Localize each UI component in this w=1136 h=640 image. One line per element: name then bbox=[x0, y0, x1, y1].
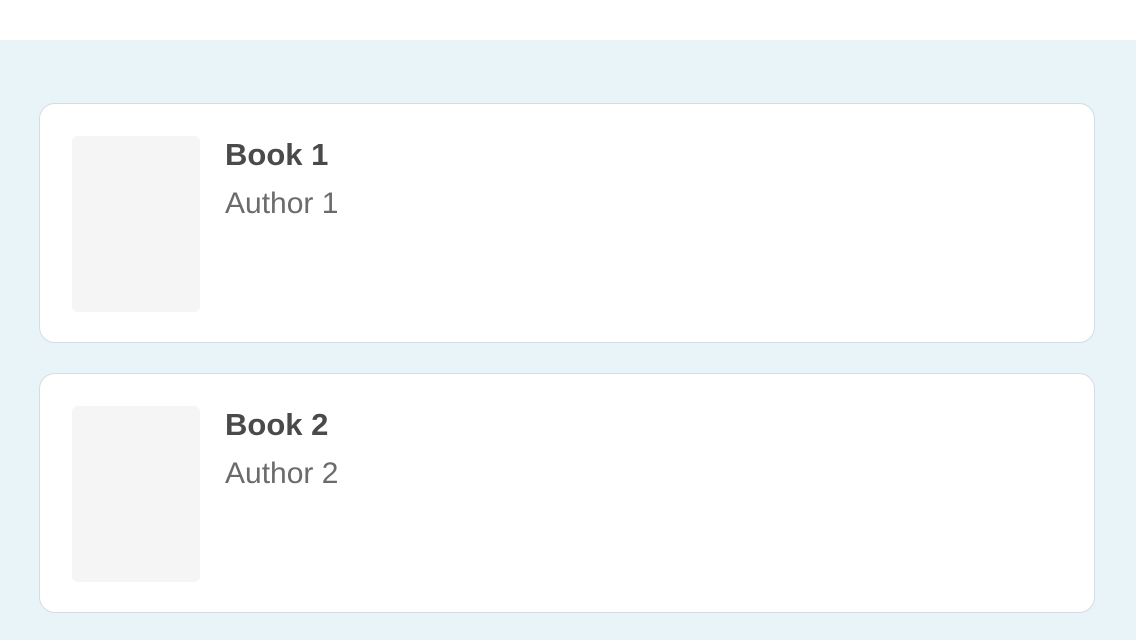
book-card[interactable]: Book 2 Author 2 bbox=[39, 373, 1095, 613]
book-cover-placeholder bbox=[72, 136, 200, 312]
book-title: Book 2 bbox=[225, 407, 329, 442]
book-card[interactable]: Book 1 Author 1 bbox=[39, 103, 1095, 343]
book-cover-placeholder bbox=[72, 406, 200, 582]
book-list: Book 1 Author 1 Book 2 Author 2 bbox=[0, 40, 1136, 640]
book-author: Author 1 bbox=[225, 187, 339, 220]
book-author: Author 2 bbox=[225, 457, 339, 490]
book-title: Book 1 bbox=[225, 137, 329, 172]
top-bar bbox=[0, 0, 1136, 40]
